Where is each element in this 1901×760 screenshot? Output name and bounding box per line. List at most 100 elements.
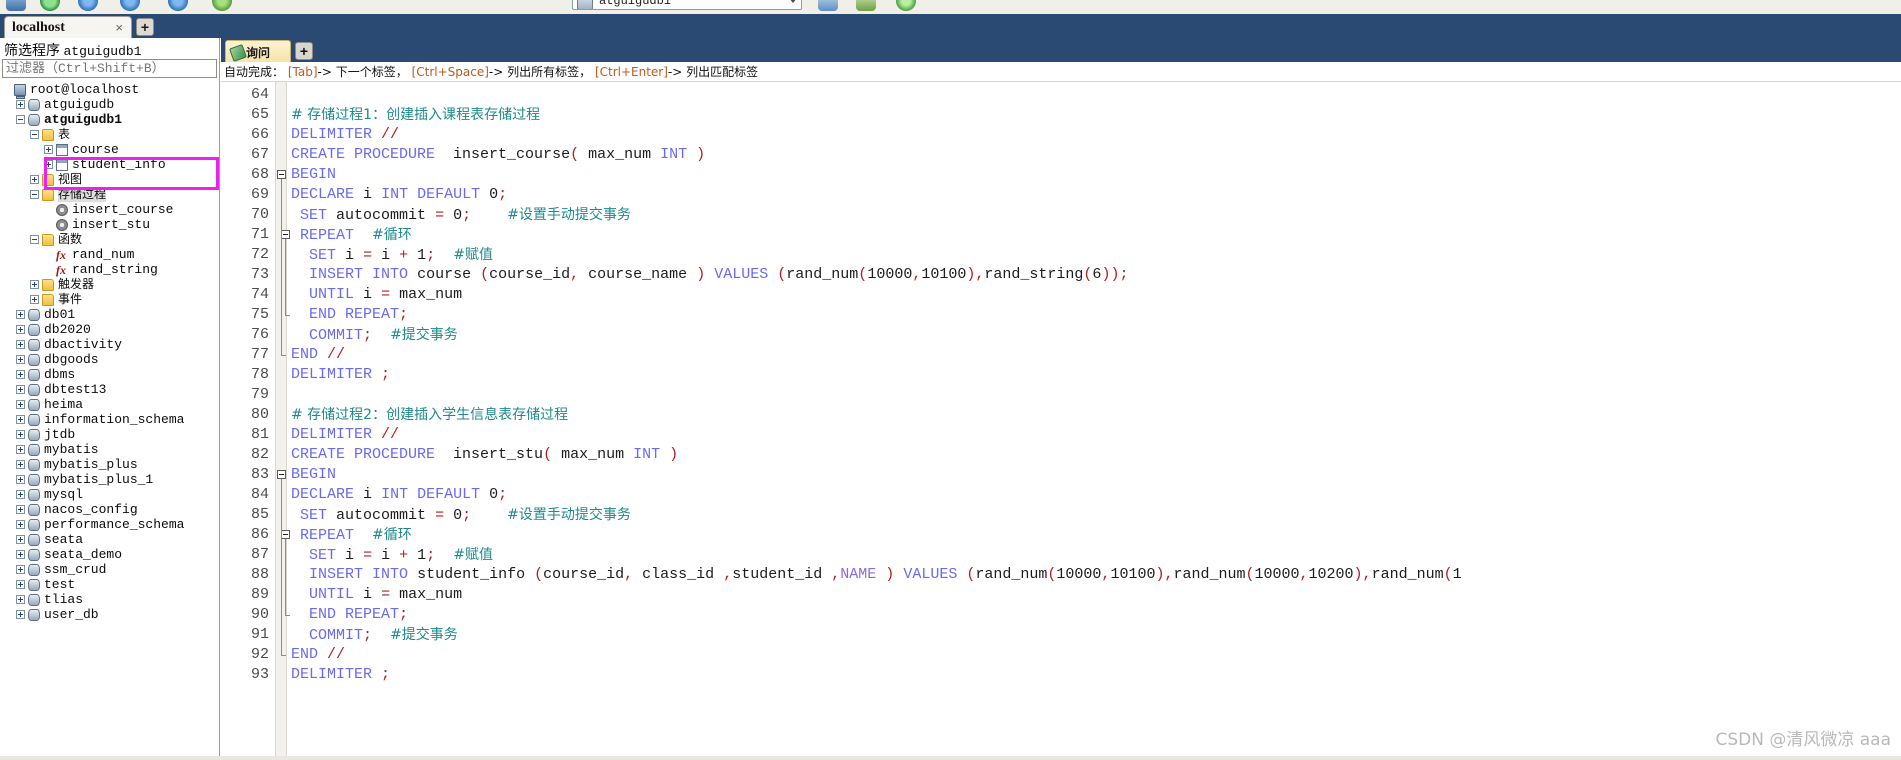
tree-row-jtdb[interactable]: jtdb — [0, 427, 219, 442]
code-line-67[interactable]: 67 CREATE PROCEDURE insert_course( max_nu… — [221, 145, 1901, 165]
code-line-74[interactable]: 74 UNTIL i = max_num — [221, 285, 1901, 305]
code-line-76[interactable]: 76 COMMIT; #提交事务 — [221, 325, 1901, 345]
tree-row-course[interactable]: course — [0, 142, 219, 157]
code-line-70[interactable]: 70 SET autocommit = 0; #设置手动提交事务 — [221, 205, 1901, 225]
code-line-64[interactable]: 64 — [221, 85, 1901, 105]
code-line-65[interactable]: 65 # 存储过程1：创建插入课程表存储过程 — [221, 105, 1901, 125]
tree-row-seata_demo[interactable]: seata_demo — [0, 547, 219, 562]
tree-row-node7[interactable]: 存储过程 — [0, 187, 219, 202]
fold-toggle-icon[interactable] — [277, 470, 286, 479]
refresh-icon[interactable] — [212, 0, 232, 11]
expand-icon[interactable] — [16, 340, 25, 349]
expand-icon[interactable] — [16, 565, 25, 574]
new-tab-button[interactable]: + — [136, 18, 154, 36]
tab-localhost[interactable]: localhost × — [4, 16, 132, 38]
expand-icon[interactable] — [16, 505, 25, 514]
expand-icon[interactable] — [30, 295, 39, 304]
expand-icon[interactable] — [44, 145, 53, 154]
code-line-90[interactable]: 90 END REPEAT; — [221, 605, 1901, 625]
tree-row-rand_string[interactable]: fx rand_string — [0, 262, 219, 277]
expand-icon[interactable] — [30, 175, 39, 184]
tree-row-ssm_crud[interactable]: ssm_crud — [0, 562, 219, 577]
expand-icon[interactable] — [16, 385, 25, 394]
tree-row-test[interactable]: test — [0, 577, 219, 592]
database-tree[interactable]: root@localhost atguigudb atguigudb1 表 course… — [0, 82, 219, 760]
tree-row-insert_stu[interactable]: insert_stu — [0, 217, 219, 232]
code-line-75[interactable]: 75 END REPEAT; — [221, 305, 1901, 325]
expand-icon[interactable] — [16, 580, 25, 589]
code-line-77[interactable]: 77 END // — [221, 345, 1901, 365]
code-line-68[interactable]: 68 BEGIN — [221, 165, 1901, 185]
code-line-93[interactable]: 93 DELIMITER ; — [221, 665, 1901, 685]
expand-icon[interactable] — [30, 280, 39, 289]
tree-row-atguigudb[interactable]: atguigudb — [0, 97, 219, 112]
code-line-81[interactable]: 81 DELIMITER // — [221, 425, 1901, 445]
expand-icon[interactable] — [16, 400, 25, 409]
code-line-85[interactable]: 85 SET autocommit = 0; #设置手动提交事务 — [221, 505, 1901, 525]
code-line-79[interactable]: 79 — [221, 385, 1901, 405]
expand-icon[interactable] — [16, 310, 25, 319]
tree-row-performance_schema[interactable]: performance_schema — [0, 517, 219, 532]
tree-row-node3[interactable]: 表 — [0, 127, 219, 142]
code-line-91[interactable]: 91 COMMIT; #提交事务 — [221, 625, 1901, 645]
code-line-73[interactable]: 73 INSERT INTO course (course_id, course… — [221, 265, 1901, 285]
code-line-88[interactable]: 88 INSERT INTO student_info (course_id, … — [221, 565, 1901, 585]
database-combo[interactable]: atguigudb1 — [572, 0, 802, 10]
expand-icon[interactable] — [16, 595, 25, 604]
tree-row-dbgoods[interactable]: dbgoods — [0, 352, 219, 367]
tab-query[interactable]: 询问 — [225, 40, 291, 62]
code-line-83[interactable]: 83 BEGIN — [221, 465, 1901, 485]
fold-toggle-icon[interactable] — [281, 230, 290, 239]
tree-row-mybatis_plus[interactable]: mybatis_plus — [0, 457, 219, 472]
expand-icon[interactable] — [16, 430, 25, 439]
tree-row-dbactivity[interactable]: dbactivity — [0, 337, 219, 352]
tree-row-rand_num[interactable]: fx rand_num — [0, 247, 219, 262]
tree-row-user_db[interactable]: user_db — [0, 607, 219, 622]
chevron-down-icon[interactable] — [789, 0, 797, 3]
tree-row-db01[interactable]: db01 — [0, 307, 219, 322]
collapse-icon[interactable] — [30, 130, 39, 139]
globe-icon[interactable] — [78, 0, 98, 11]
tree-row-db2020[interactable]: db2020 — [0, 322, 219, 337]
sql-editor[interactable]: 64 65 # 存储过程1：创建插入课程表存储过程 66 DELIMITER // 67 C… — [221, 82, 1901, 760]
code-line-86[interactable]: 86 REPEAT #循环 — [221, 525, 1901, 545]
tree-row-node13[interactable]: 触发器 — [0, 277, 219, 292]
collapse-icon[interactable] — [30, 235, 39, 244]
code-line-69[interactable]: 69 DECLARE i INT DEFAULT 0; — [221, 185, 1901, 205]
fold-toggle-icon[interactable] — [277, 170, 286, 179]
tree-row-mybatis[interactable]: mybatis — [0, 442, 219, 457]
tree-row-mysql[interactable]: mysql — [0, 487, 219, 502]
expand-icon[interactable] — [16, 370, 25, 379]
expand-icon[interactable] — [16, 325, 25, 334]
expand-icon[interactable] — [16, 550, 25, 559]
tree-row-tlias[interactable]: tlias — [0, 592, 219, 607]
tree-row-node10[interactable]: 函数 — [0, 232, 219, 247]
back-icon[interactable] — [168, 0, 188, 11]
expand-icon[interactable] — [16, 475, 25, 484]
code-line-71[interactable]: 71 REPEAT #循环 — [221, 225, 1901, 245]
new-query-tab-button[interactable]: + — [295, 42, 313, 60]
collapse-icon[interactable] — [30, 190, 39, 199]
globe2-icon[interactable] — [120, 0, 140, 11]
code-line-87[interactable]: 87 SET i = i + 1; #赋值 — [221, 545, 1901, 565]
filter-input[interactable] — [3, 60, 216, 77]
expand-icon[interactable] — [44, 160, 53, 169]
code-line-72[interactable]: 72 SET i = i + 1; #赋值 — [221, 245, 1901, 265]
collapse-icon[interactable] — [16, 115, 25, 124]
expand-icon[interactable] — [16, 460, 25, 469]
fold-toggle-icon[interactable] — [281, 530, 290, 539]
code-line-82[interactable]: 82 CREATE PROCEDURE insert_stu( max_num I… — [221, 445, 1901, 465]
tree-row-dbtest13[interactable]: dbtest13 — [0, 382, 219, 397]
tree-row-node6[interactable]: 视图 — [0, 172, 219, 187]
tree-row-seata[interactable]: seata — [0, 532, 219, 547]
code-line-84[interactable]: 84 DECLARE i INT DEFAULT 0; — [221, 485, 1901, 505]
check-icon[interactable] — [896, 0, 916, 11]
expand-icon[interactable] — [16, 415, 25, 424]
add-icon[interactable] — [40, 0, 60, 11]
code-line-89[interactable]: 89 UNTIL i = max_num — [221, 585, 1901, 605]
expand-icon[interactable] — [16, 445, 25, 454]
expand-icon[interactable] — [16, 535, 25, 544]
expand-icon[interactable] — [16, 610, 25, 619]
code-line-92[interactable]: 92 END // — [221, 645, 1901, 665]
expand-icon[interactable] — [16, 355, 25, 364]
